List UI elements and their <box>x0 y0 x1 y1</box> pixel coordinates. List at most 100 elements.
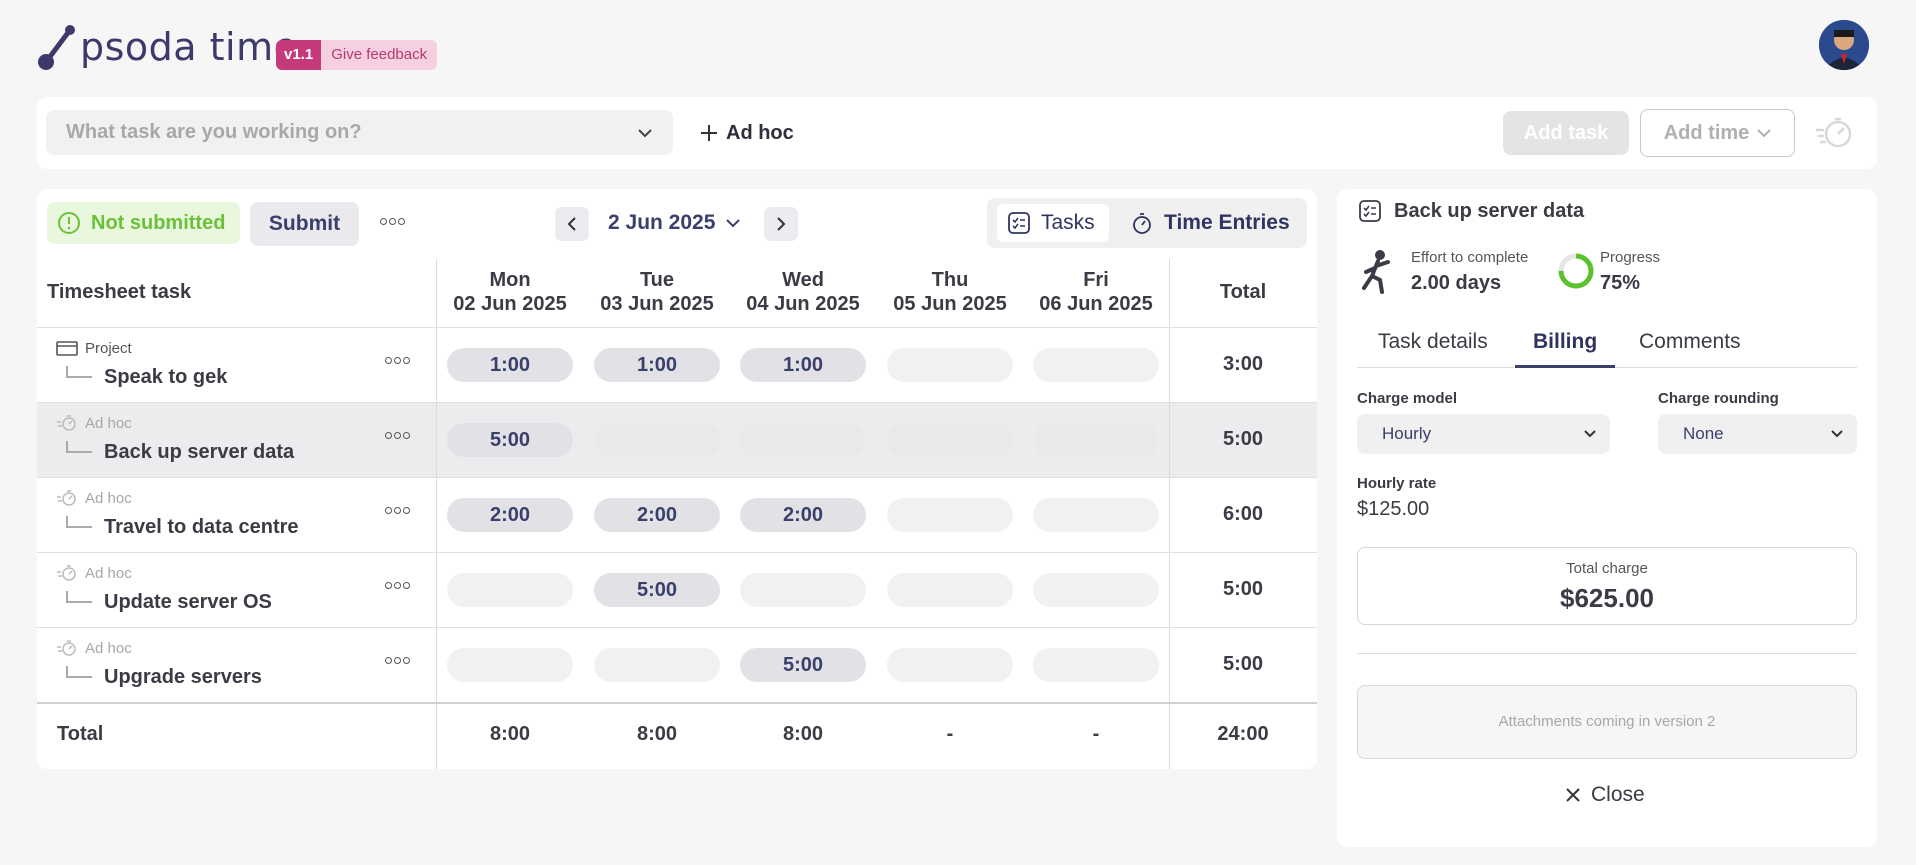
effort-value: 2.00 days <box>1411 272 1502 294</box>
row-total: 5:00 <box>1222 428 1264 450</box>
row-options-icon[interactable] <box>385 357 410 364</box>
time-cell[interactable]: 2:00 <box>447 498 573 532</box>
time-cell[interactable] <box>1033 498 1159 532</box>
tab-task-details[interactable]: Task details <box>1378 330 1488 354</box>
ad-hoc-button[interactable]: Ad hoc <box>700 115 794 151</box>
row-options-icon[interactable] <box>385 582 410 589</box>
task-column-header: Timesheet task <box>47 281 192 303</box>
day-name: Tue <box>639 269 675 291</box>
user-avatar[interactable] <box>1819 20 1869 70</box>
grand-total: 24:00 <box>1217 723 1269 745</box>
time-cell[interactable] <box>887 648 1013 682</box>
time-cell[interactable] <box>594 423 720 457</box>
day-column-header: Mon 02 Jun 2025 <box>437 268 583 316</box>
row-divider <box>37 402 1317 403</box>
time-cell[interactable] <box>447 648 573 682</box>
detail-title: Back up server data <box>1358 198 1584 224</box>
time-cell[interactable]: 5:00 <box>740 648 866 682</box>
time-cell[interactable] <box>887 573 1013 607</box>
chevron-down-icon <box>638 128 652 137</box>
time-cell[interactable] <box>1033 573 1159 607</box>
time-cell[interactable] <box>887 423 1013 457</box>
checklist-icon <box>1008 212 1030 234</box>
time-cell[interactable]: 5:00 <box>594 573 720 607</box>
row-type-label: Project <box>85 339 132 357</box>
day-name: Wed <box>782 269 824 291</box>
stopwatch-icon <box>57 490 76 506</box>
time-cell[interactable] <box>887 498 1013 532</box>
ad-hoc-label: Ad hoc <box>726 121 794 144</box>
stopwatch-icon[interactable] <box>1814 114 1854 150</box>
day-date: 03 Jun 2025 <box>600 293 714 315</box>
day-column-header: Wed 04 Jun 2025 <box>730 268 876 316</box>
submit-button[interactable]: Submit <box>250 202 359 246</box>
time-cell[interactable] <box>1033 648 1159 682</box>
close-icon <box>1566 788 1580 802</box>
day-date: 05 Jun 2025 <box>893 293 1007 315</box>
add-time-button[interactable]: Add time <box>1640 109 1795 157</box>
row-options-icon[interactable] <box>385 507 410 514</box>
hourly-rate-label: Hourly rate <box>1357 475 1437 492</box>
day-date: 02 Jun 2025 <box>453 293 567 315</box>
tab-comments[interactable]: Comments <box>1639 330 1741 354</box>
tab-tasks-label: Tasks <box>1041 211 1095 234</box>
time-cell[interactable] <box>740 423 866 457</box>
row-type-label: Ad hoc <box>85 414 132 432</box>
progress-value: 75% <box>1600 272 1641 294</box>
time-cell[interactable]: 2:00 <box>740 498 866 532</box>
previous-week-button[interactable] <box>555 207 589 241</box>
time-cell[interactable]: 1:00 <box>740 348 866 382</box>
time-cell[interactable] <box>887 348 1013 382</box>
row-type-label: Ad hoc <box>85 489 132 507</box>
row-type: Ad hoc <box>55 564 132 582</box>
task-name[interactable]: Back up server data <box>104 441 294 464</box>
time-cell[interactable] <box>1033 348 1159 382</box>
next-week-button[interactable] <box>764 207 798 241</box>
week-selector[interactable]: 2 Jun 2025 <box>608 208 741 238</box>
task-name[interactable]: Upgrade servers <box>104 666 262 689</box>
row-options-icon[interactable] <box>385 657 410 664</box>
checklist-icon <box>1359 200 1381 222</box>
calendar-icon <box>56 341 78 356</box>
row-total: 5:00 <box>1222 578 1264 600</box>
stopwatch-icon <box>1133 213 1151 234</box>
row-total: 3:00 <box>1222 353 1264 375</box>
task-search-select[interactable]: What task are you working on? <box>46 110 673 155</box>
day-name: Fri <box>1083 269 1109 291</box>
time-cell[interactable] <box>1033 423 1159 457</box>
more-options-icon[interactable] <box>380 218 405 225</box>
charge-rounding-select[interactable]: None <box>1658 414 1857 454</box>
chevron-down-icon <box>1831 430 1843 438</box>
charge-rounding-value: None <box>1683 424 1724 443</box>
time-cell[interactable]: 5:00 <box>447 423 573 457</box>
time-cell[interactable] <box>740 573 866 607</box>
add-task-button[interactable]: Add task <box>1503 111 1629 155</box>
task-name[interactable]: Speak to gek <box>104 366 227 389</box>
effort-icon <box>1358 248 1398 299</box>
day-total: 8:00 <box>489 723 531 745</box>
tab-billing[interactable]: Billing <box>1533 330 1597 354</box>
time-cell[interactable]: 1:00 <box>594 348 720 382</box>
time-cell[interactable] <box>447 573 573 607</box>
day-total: - <box>946 723 954 745</box>
close-button[interactable]: Close <box>1565 780 1645 810</box>
day-column-header: Tue 03 Jun 2025 <box>584 268 730 316</box>
tab-time-entries[interactable]: Time Entries <box>1130 204 1290 242</box>
stopwatch-icon <box>57 565 76 581</box>
tab-time-entries-label: Time Entries <box>1164 211 1290 234</box>
task-name[interactable]: Update server OS <box>104 591 272 614</box>
give-feedback-link[interactable]: Give feedback <box>321 40 438 70</box>
row-type: Project <box>55 339 132 357</box>
time-cell[interactable] <box>594 648 720 682</box>
row-type-label: Ad hoc <box>85 564 132 582</box>
row-options-icon[interactable] <box>385 432 410 439</box>
totals-divider <box>37 702 1317 704</box>
charge-model-select[interactable]: Hourly <box>1357 414 1610 454</box>
day-name: Mon <box>489 269 531 291</box>
time-cell[interactable]: 2:00 <box>594 498 720 532</box>
time-cell[interactable]: 1:00 <box>447 348 573 382</box>
chevron-down-icon <box>1584 430 1596 438</box>
tab-tasks[interactable]: Tasks <box>997 204 1109 242</box>
task-name[interactable]: Travel to data centre <box>104 516 299 539</box>
row-divider <box>37 327 1317 328</box>
